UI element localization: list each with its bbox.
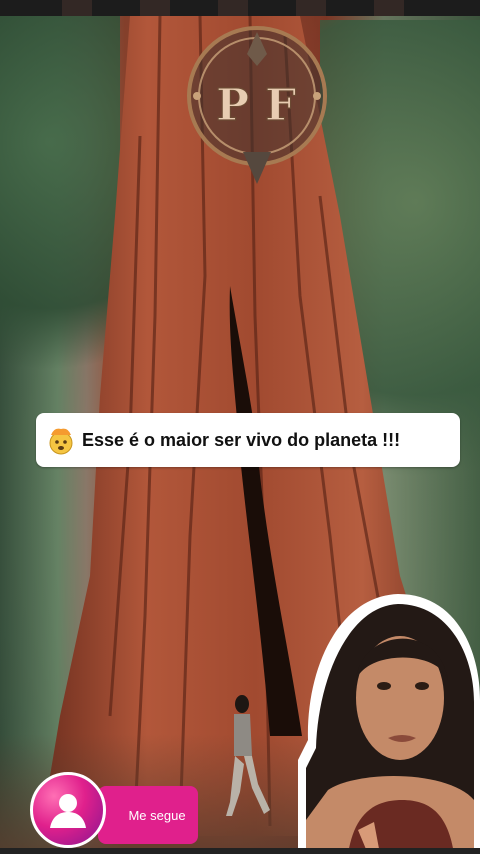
svg-text:F: F: [265, 80, 296, 131]
video-caption: Esse é o maior ser vivo do planeta !!!: [36, 413, 460, 467]
eagle-emblem-icon: P F: [187, 26, 327, 184]
top-image-strip: [0, 0, 480, 16]
video-frame: P F P F Esse é o maior ser vivo do plane…: [0, 0, 480, 854]
walking-person: [226, 695, 270, 816]
profile-avatar-button[interactable]: [30, 772, 106, 848]
bottom-strip: [0, 848, 480, 854]
caption-text: Esse é o maior ser vivo do planeta !!!: [82, 429, 401, 450]
exploding-head-icon: [49, 428, 73, 455]
presenter-cutout: [298, 594, 480, 854]
follow-button[interactable]: Me segue: [98, 786, 198, 844]
user-profile-icon: [50, 794, 86, 828]
svg-text:P: P: [216, 80, 249, 131]
follow-button-label: Me segue: [128, 807, 186, 823]
